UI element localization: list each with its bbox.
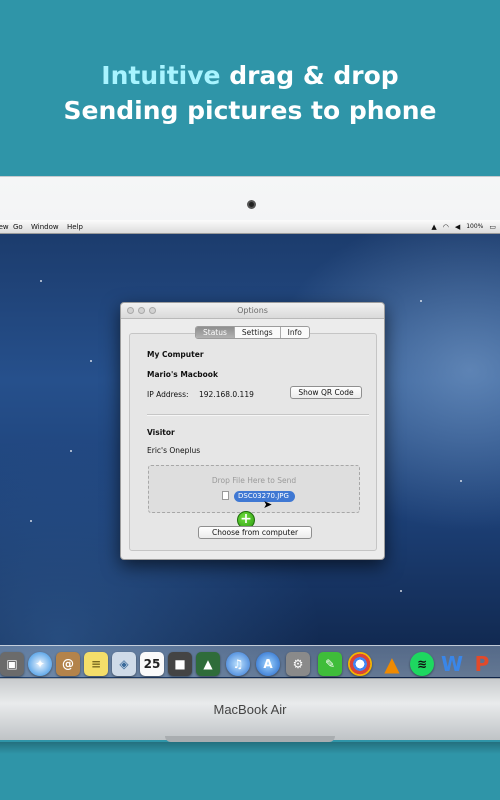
- tab-settings[interactable]: Settings: [235, 327, 281, 338]
- base-shadow: [0, 742, 500, 754]
- safari-icon[interactable]: ✦: [28, 652, 52, 676]
- drop-zone-text: Drop File Here to Send: [211, 476, 297, 485]
- iphoto-icon[interactable]: ▲: [196, 652, 220, 676]
- file-icon: [222, 491, 229, 500]
- choose-from-computer-button[interactable]: Choose from computer: [198, 526, 312, 539]
- vlc-icon[interactable]: ▲: [380, 652, 404, 676]
- facetime-icon[interactable]: ■: [168, 652, 192, 676]
- vlc-menu-icon[interactable]: ▲: [431, 220, 436, 234]
- volume-icon[interactable]: ◀: [455, 220, 460, 234]
- ip-value: 192.168.0.119: [199, 390, 254, 399]
- battery-icon[interactable]: ▭: [489, 220, 496, 234]
- star: [460, 480, 462, 482]
- app-store-icon[interactable]: A: [256, 652, 280, 676]
- tab-bar: Status Settings Info: [195, 326, 310, 339]
- dock: ▣ ✦ @ ≡ ◈ 25 ■ ▲ ♫ A ⚙ ✎ ▲ ≋ W P: [0, 645, 500, 677]
- headline-line-2: Sending pictures to phone: [63, 96, 437, 125]
- tab-info[interactable]: Info: [281, 327, 309, 338]
- visitor-heading: Visitor: [147, 428, 175, 437]
- menu-bar: View Go Window Help ▲ ◠ ◀ 100% ▭: [0, 220, 500, 234]
- show-qr-code-button[interactable]: Show QR Code: [290, 386, 362, 399]
- contacts-icon[interactable]: @: [56, 652, 80, 676]
- tab-status[interactable]: Status: [196, 327, 235, 338]
- system-preferences-icon[interactable]: ⚙: [286, 652, 310, 676]
- star: [90, 360, 92, 362]
- menu-extras: ▲ ◠ ◀ 100% ▭: [431, 220, 496, 234]
- options-window: Options My Computer Mario's Macbook IP A…: [120, 302, 385, 560]
- battery-percent[interactable]: 100%: [466, 220, 483, 234]
- headline-rest: drag & drop: [229, 61, 399, 90]
- window-titlebar[interactable]: Options: [121, 303, 384, 319]
- camera-icon: [247, 200, 256, 209]
- app-icon[interactable]: ✎: [318, 652, 342, 676]
- menu-help[interactable]: Help: [67, 220, 83, 234]
- menu-view[interactable]: View: [0, 220, 9, 234]
- notes-icon[interactable]: ≡: [84, 652, 108, 676]
- status-panel: My Computer Mario's Macbook IP Address: …: [129, 333, 377, 551]
- ip-label: IP Address:: [147, 390, 189, 399]
- photo-booth-icon[interactable]: ▣: [0, 652, 24, 676]
- star: [420, 300, 422, 302]
- spotify-icon[interactable]: ≋: [410, 652, 434, 676]
- star: [40, 280, 42, 282]
- powerpoint-icon[interactable]: P: [470, 652, 494, 676]
- star: [400, 590, 402, 592]
- visitor-name: Eric's Oneplus: [147, 446, 201, 455]
- wifi-icon[interactable]: ◠: [443, 220, 449, 234]
- calendar-icon[interactable]: 25: [140, 652, 164, 676]
- drop-zone[interactable]: Drop File Here to Send DSC03270.JPG ➤ +: [148, 465, 360, 529]
- preview-icon[interactable]: ◈: [112, 652, 136, 676]
- star: [30, 520, 32, 522]
- chrome-icon[interactable]: [348, 652, 372, 676]
- menu-go[interactable]: Go: [13, 220, 23, 234]
- star: [70, 450, 72, 452]
- headline: Intuitive drag & drop Sending pictures t…: [0, 58, 500, 128]
- desktop-screen: View Go Window Help ▲ ◠ ◀ 100% ▭ Options…: [0, 220, 500, 678]
- word-icon[interactable]: W: [440, 652, 464, 676]
- laptop-brand: MacBook Air: [213, 702, 287, 717]
- headline-line-1: Intuitive drag & drop: [0, 58, 500, 93]
- window-title: Options: [237, 306, 268, 315]
- section-divider: [147, 414, 369, 415]
- computer-name: Mario's Macbook: [147, 370, 218, 379]
- itunes-icon[interactable]: ♫: [226, 652, 250, 676]
- cursor-arrow-icon: ➤: [263, 498, 273, 511]
- headline-accent: Intuitive: [101, 61, 221, 90]
- menu-window[interactable]: Window: [31, 220, 59, 234]
- my-computer-heading: My Computer: [147, 350, 204, 359]
